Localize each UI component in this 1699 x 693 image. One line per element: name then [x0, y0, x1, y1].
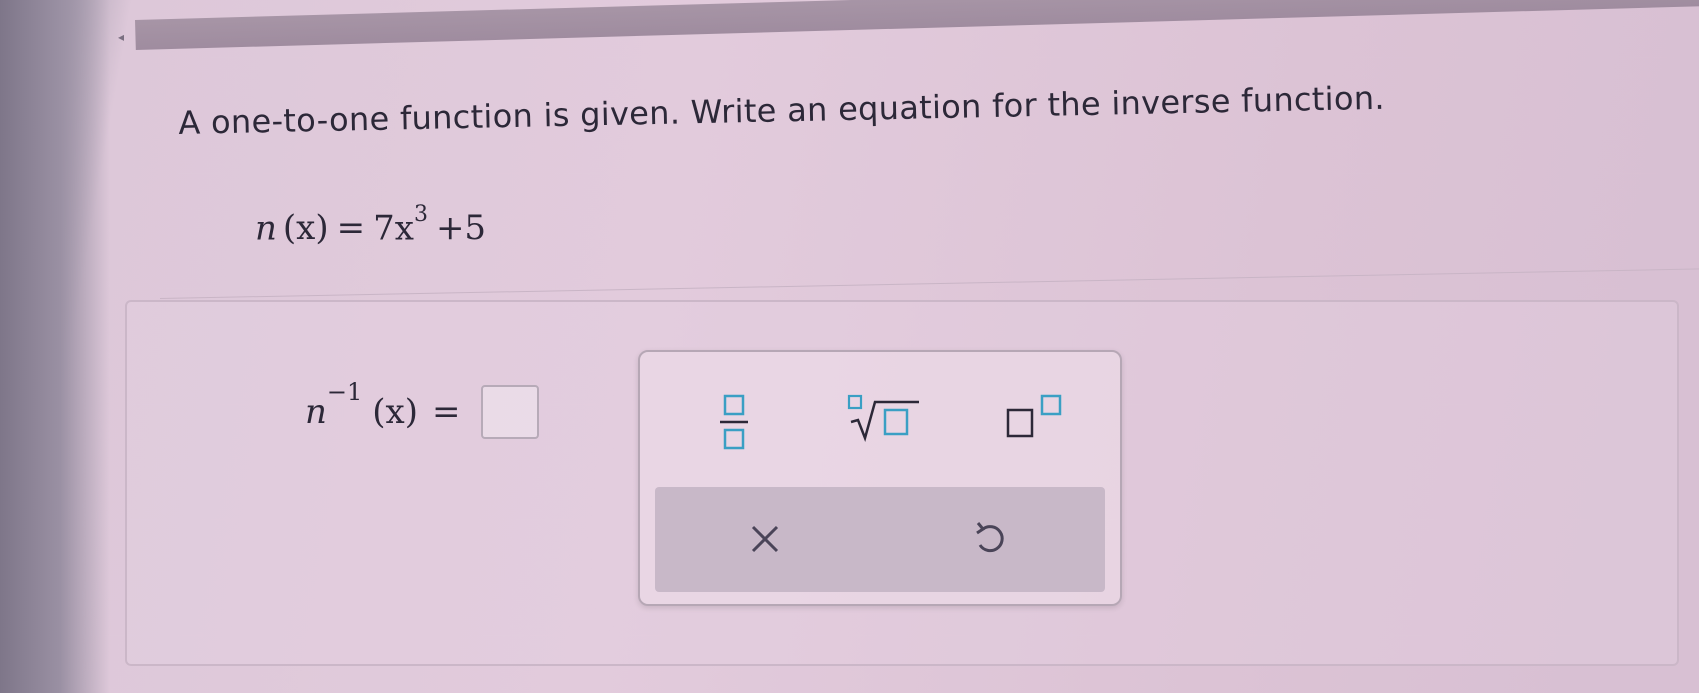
clear-button[interactable]: [735, 509, 795, 569]
inverse-exponent: −1: [326, 378, 363, 406]
function-name: n: [255, 208, 277, 249]
background-shadow: [0, 0, 110, 693]
superscript-icon: [1006, 394, 1062, 438]
progress-bar: [135, 0, 1699, 50]
coefficient-term: 7x: [373, 208, 414, 249]
action-bar: [655, 487, 1105, 592]
equals-sign: =: [336, 208, 366, 249]
close-icon: [751, 525, 779, 553]
undo-button[interactable]: [960, 509, 1020, 569]
constant-term: +5: [435, 208, 487, 249]
answer-input[interactable]: [480, 385, 539, 439]
given-equation: n (x) = 7x3 +5: [255, 202, 487, 249]
superscript-button[interactable]: [1002, 390, 1082, 446]
answer-equation: n −1 (x) =: [305, 378, 539, 439]
nth-root-button[interactable]: [845, 390, 925, 446]
fraction-icon: [720, 394, 748, 450]
function-argument: (x): [282, 208, 329, 249]
math-palette: [638, 350, 1122, 606]
back-arrow-icon[interactable]: ◂: [118, 30, 124, 44]
undo-icon: [976, 522, 1004, 553]
nth-root-icon: [847, 394, 919, 442]
fraction-button[interactable]: [712, 392, 756, 452]
divider: [160, 268, 1699, 299]
inverse-function-name: n: [305, 392, 327, 432]
inverse-argument: (x): [372, 392, 419, 432]
equals-sign: =: [432, 392, 461, 432]
exponent: 3: [413, 202, 428, 227]
question-text: A one-to-one function is given. Write an…: [178, 78, 1386, 142]
